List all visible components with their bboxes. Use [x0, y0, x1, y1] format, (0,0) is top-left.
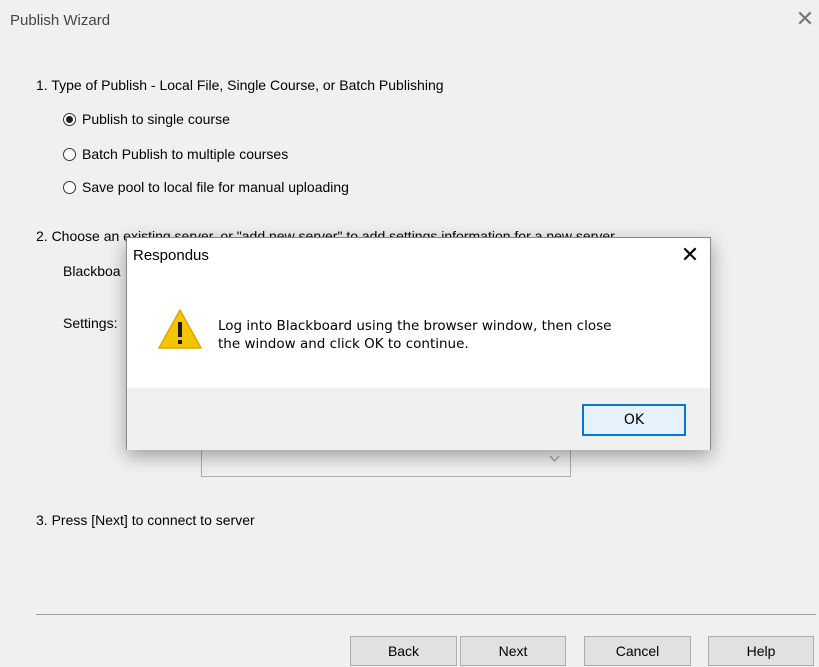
- radio-label: Save pool to local file for manual uploa…: [82, 179, 349, 195]
- radio-label: Publish to single course: [82, 111, 230, 127]
- dialog-message-line: the window and click OK to continue.: [218, 336, 469, 352]
- cancel-button[interactable]: Cancel: [584, 636, 691, 666]
- respondus-dialog: Respondus ✕ Log into Blackboard using th…: [126, 237, 711, 450]
- radio-batch-publish[interactable]: Batch Publish to multiple courses: [63, 146, 288, 162]
- next-button[interactable]: Next: [460, 636, 566, 666]
- window-titlebar: Publish Wizard ✕: [0, 0, 819, 42]
- radio-button[interactable]: [63, 147, 76, 161]
- dialog-title: Respondus: [133, 247, 209, 264]
- radio-label: Batch Publish to multiple courses: [82, 146, 289, 162]
- footer-divider: [36, 614, 816, 615]
- warning-icon: [158, 309, 202, 349]
- step3-label: 3. Press [Next] to connect to server: [36, 512, 255, 528]
- radio-button-checked[interactable]: [63, 112, 76, 126]
- help-button[interactable]: Help: [708, 636, 814, 666]
- settings-dropdown[interactable]: [201, 446, 571, 477]
- settings-label: Settings:: [63, 315, 118, 331]
- radio-button[interactable]: [63, 180, 76, 194]
- window-close-icon[interactable]: ✕: [795, 8, 815, 30]
- chevron-down-icon: [549, 454, 560, 466]
- radio-save-local-file[interactable]: Save pool to local file for manual uploa…: [63, 179, 349, 195]
- dialog-message-line: Log into Blackboard using the browser wi…: [218, 318, 612, 334]
- ok-button[interactable]: OK: [582, 404, 686, 436]
- radio-publish-single-course[interactable]: Publish to single course: [63, 111, 230, 127]
- window-title: Publish Wizard: [10, 12, 111, 29]
- dialog-message: Log into Blackboard using the browser wi…: [218, 317, 611, 353]
- blackboard-label: Blackboa: [63, 263, 121, 279]
- step1-label: 1. Type of Publish - Local File, Single …: [36, 77, 444, 93]
- dialog-close-icon[interactable]: ✕: [679, 244, 701, 266]
- back-button[interactable]: Back: [350, 636, 457, 666]
